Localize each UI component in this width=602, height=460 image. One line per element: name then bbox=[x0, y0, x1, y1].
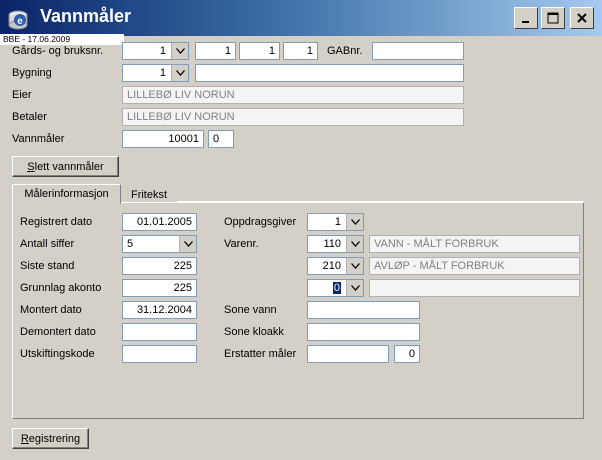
varenr-code-2: 210 bbox=[322, 260, 341, 272]
erstatter-field[interactable] bbox=[307, 345, 389, 363]
oppdrag-combo[interactable]: 1 bbox=[307, 213, 364, 231]
antall-combo[interactable]: 5 bbox=[122, 235, 197, 253]
betaler-label: Betaler bbox=[12, 111, 47, 123]
chevron-down-icon[interactable] bbox=[346, 236, 363, 252]
chevron-down-icon[interactable] bbox=[346, 258, 363, 274]
oppdrag-value: 1 bbox=[334, 216, 341, 228]
delete-meter-button[interactable]: Slett vannmåler bbox=[12, 156, 119, 177]
tab-divider bbox=[177, 201, 584, 202]
varenr-code-1: 110 bbox=[323, 238, 341, 250]
app-logo-icon: e bbox=[6, 8, 30, 32]
varenr-combo-3[interactable]: 0 bbox=[307, 279, 364, 297]
varenr-combo-2[interactable]: 210 bbox=[307, 257, 364, 275]
tab-fritekst[interactable]: Fritekst bbox=[121, 186, 177, 204]
delete-meter-label: Slett vannmåler bbox=[27, 160, 104, 173]
siste-field[interactable]: 225 bbox=[122, 257, 197, 275]
sone-vann-label: Sone vann bbox=[224, 304, 277, 316]
varenr-combo-1[interactable]: 110 bbox=[307, 235, 364, 253]
registrert-field[interactable]: 01.01.2005 bbox=[122, 213, 197, 231]
varenr-desc-2: AVLØP - MÅLT FORBRUK bbox=[369, 257, 580, 275]
varenr-code-3: 0 bbox=[308, 280, 345, 296]
siste-label: Siste stand bbox=[20, 260, 75, 272]
gab-label: GABnr. bbox=[327, 45, 363, 57]
bruks-no-field[interactable]: 1 bbox=[239, 42, 280, 60]
kommune-value: 1 bbox=[159, 45, 166, 57]
registrering-label: Registrering bbox=[20, 432, 81, 445]
tab-malerinformasjon[interactable]: Målerinformasjon bbox=[12, 184, 121, 204]
gards-no-field[interactable]: 1 bbox=[195, 42, 236, 60]
varenr-label: Varenr. bbox=[224, 238, 259, 250]
minimize-icon bbox=[522, 21, 529, 23]
demontert-field[interactable] bbox=[122, 323, 197, 341]
varenr-code-3-selected: 0 bbox=[332, 282, 341, 294]
fest-no-field[interactable]: 1 bbox=[283, 42, 318, 60]
close-button[interactable] bbox=[570, 7, 594, 29]
eier-field: LILLEBØ LIV NORUN bbox=[122, 86, 464, 104]
chevron-down-icon[interactable] bbox=[346, 280, 363, 296]
tab-malerinformasjon-label: Målerinformasjon bbox=[24, 188, 109, 200]
oppdrag-label: Oppdragsgiver bbox=[224, 216, 297, 228]
erstatter-sub-field[interactable]: 0 bbox=[394, 345, 420, 363]
minimize-button[interactable] bbox=[514, 7, 538, 29]
eier-label: Eier bbox=[12, 89, 32, 101]
chevron-down-icon[interactable] bbox=[171, 65, 188, 81]
varenr-desc-3 bbox=[369, 279, 580, 297]
svg-text:e: e bbox=[17, 16, 23, 27]
close-icon bbox=[577, 13, 587, 23]
betaler-field: LILLEBØ LIV NORUN bbox=[122, 108, 464, 126]
montert-field[interactable]: 31.12.2004 bbox=[122, 301, 197, 319]
utskift-label: Utskiftingskode bbox=[20, 348, 95, 360]
bygning-value: 1 bbox=[159, 67, 166, 79]
registrert-label: Registrert dato bbox=[20, 216, 93, 228]
bygning-combo[interactable]: 1 bbox=[122, 64, 189, 82]
chevron-down-icon[interactable] bbox=[171, 43, 188, 59]
demontert-label: Demontert dato bbox=[20, 326, 96, 338]
gards-label: Gårds- og bruksnr. bbox=[12, 45, 104, 57]
vannmaler-label: Vannmåler bbox=[12, 133, 65, 145]
bygning-text-field[interactable] bbox=[195, 64, 464, 82]
kommune-combo[interactable]: 1 bbox=[122, 42, 189, 60]
gab-field[interactable] bbox=[372, 42, 464, 60]
maximize-icon bbox=[547, 12, 559, 24]
sone-vann-field[interactable] bbox=[307, 301, 420, 319]
vannmaler-sub-field[interactable]: 0 bbox=[208, 130, 234, 148]
utskift-field[interactable] bbox=[122, 345, 197, 363]
grunnlag-label: Grunnlag akonto bbox=[20, 282, 102, 294]
window-title: Vannmåler bbox=[40, 6, 132, 26]
chevron-down-icon[interactable] bbox=[179, 236, 196, 252]
sone-kloakk-field[interactable] bbox=[307, 323, 420, 341]
antall-value: 5 bbox=[127, 238, 134, 250]
antall-label: Antall siffer bbox=[20, 238, 75, 250]
maximize-button[interactable] bbox=[541, 7, 565, 29]
chevron-down-icon[interactable] bbox=[346, 214, 363, 230]
tab-fritekst-label: Fritekst bbox=[130, 189, 168, 201]
registrering-button[interactable]: Registrering bbox=[12, 428, 89, 449]
erstatter-label: Erstatter måler bbox=[224, 348, 297, 360]
varenr-desc-1: VANN - MÅLT FORBRUK bbox=[369, 235, 580, 253]
bygning-label: Bygning bbox=[12, 67, 52, 79]
vannmaler-field[interactable]: 10001 bbox=[122, 130, 204, 148]
grunnlag-field[interactable]: 225 bbox=[122, 279, 197, 297]
sone-kloakk-label: Sone kloakk bbox=[224, 326, 284, 338]
montert-label: Montert dato bbox=[20, 304, 82, 316]
